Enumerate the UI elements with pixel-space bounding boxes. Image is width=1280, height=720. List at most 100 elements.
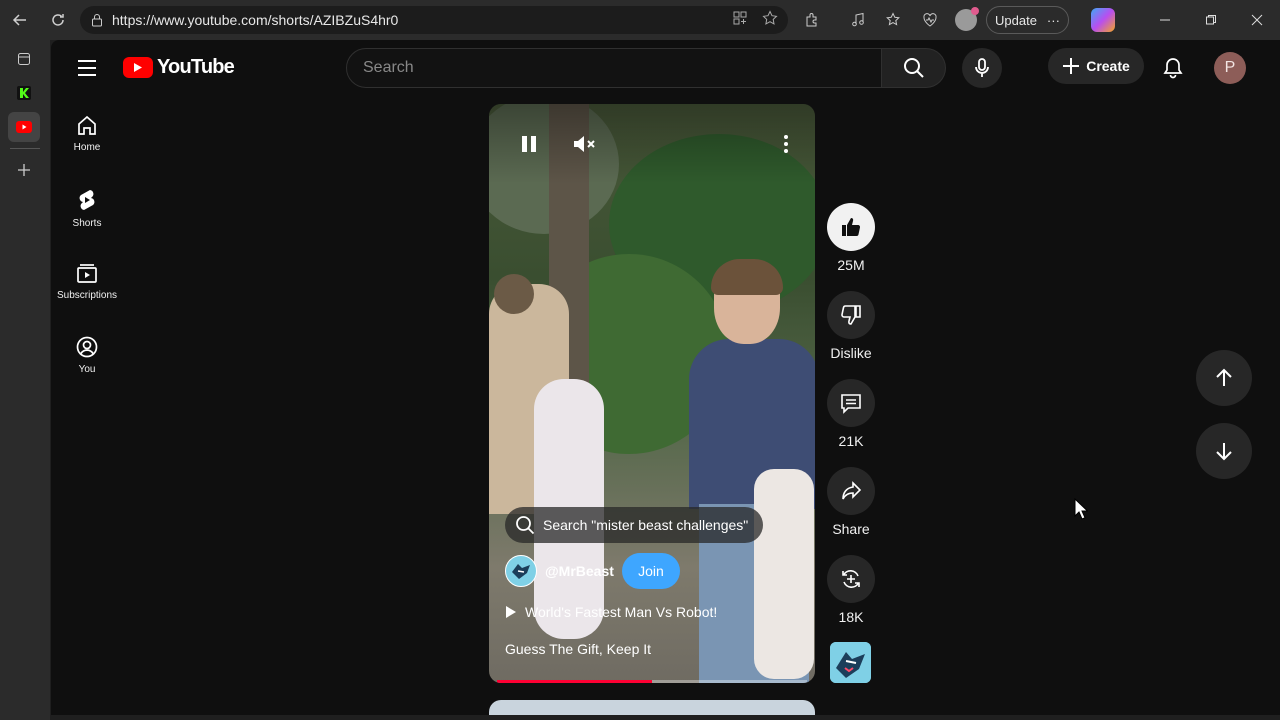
play-icon [506,606,516,618]
extensions-icon[interactable] [796,4,828,36]
channel-avatar[interactable] [505,555,537,587]
search-input[interactable]: Search [346,48,882,88]
tab-kick-icon[interactable] [8,78,40,108]
browser-essentials-icon[interactable] [914,4,946,36]
minimize-icon[interactable] [1142,0,1188,40]
home-icon [78,115,96,135]
video-person-right-hair [711,259,783,295]
back-icon[interactable] [4,4,36,36]
voice-search-button[interactable] [962,48,1002,88]
shorts-video-player[interactable]: Search "mister beast challenges" @MrBeas… [489,104,815,683]
guide-item-home[interactable]: Home [51,96,123,170]
video-title: Guess The Gift, Keep It [505,641,652,657]
search-suggestion-text: Search "mister beast challenges" [543,517,749,533]
subscriptions-icon [77,264,97,283]
account-avatar[interactable]: P [1214,52,1246,84]
mouse-cursor-icon [1074,497,1089,525]
youtube-page: YouTube Search Create P Home Shorts Subs… [51,40,1280,715]
remix-action: 18K [826,555,876,643]
plus-icon [1063,58,1080,74]
lock-icon [92,14,102,27]
channel-name[interactable]: @MrBeast [545,563,614,579]
search-icon [903,58,924,78]
create-label: Create [1086,58,1130,74]
muted-volume-icon[interactable] [571,130,599,158]
playlist-link[interactable]: World's Fastest Man Vs Robot! [505,604,717,620]
notifications-bell-icon[interactable] [1157,52,1189,84]
remix-icon [842,570,860,588]
search-button[interactable] [882,48,946,88]
playlist-title: World's Fastest Man Vs Robot! [525,604,718,620]
next-short-button[interactable] [1196,423,1252,479]
share-icon [842,481,862,500]
update-label: Update [995,12,1037,28]
new-tab-icon[interactable] [8,155,40,185]
remix-count: 18K [838,609,864,625]
favorites-icon[interactable] [878,4,910,36]
microphone-icon [975,58,989,77]
thumbs-down-icon [841,305,861,325]
arrow-down-icon [1216,443,1232,461]
guide-item-label: Shorts [72,218,102,229]
comments-button[interactable] [827,379,875,427]
pause-icon[interactable] [515,130,543,158]
mini-guide: Home Shorts Subscriptions You [51,96,123,392]
guide-item-shorts[interactable]: Shorts [51,170,123,244]
media-control-icon[interactable] [842,4,874,36]
like-button[interactable] [827,203,875,251]
restore-icon[interactable] [1188,0,1234,40]
thumbs-up-icon [842,218,861,237]
guide-item-label: Subscriptions [56,290,118,301]
like-count: 25M [837,257,865,273]
next-short-preview[interactable] [489,700,815,715]
mrbeast-logo-icon [830,642,871,683]
profile-icon[interactable] [950,4,982,36]
join-button[interactable]: Join [621,553,680,589]
youtube-logo[interactable]: YouTube [123,56,235,79]
dislike-button[interactable] [827,291,875,339]
dislike-action: Dislike [826,291,876,379]
more-dots-icon: ··· [1046,12,1060,28]
vertical-tab-rail [0,40,50,720]
copilot-icon[interactable] [1087,4,1119,36]
video-progress-bar[interactable] [497,680,807,683]
dislike-label: Dislike [830,345,872,361]
share-label: Share [832,521,870,537]
browser-toolbar: https://www.youtube.com/shorts/AZIBZuS4h… [0,0,1280,40]
rail-divider [10,148,40,149]
remix-button[interactable] [827,555,875,603]
favorite-star-icon[interactable] [762,10,778,26]
app-available-icon[interactable] [732,10,748,26]
comment-count: 21K [838,433,864,449]
comment-icon [841,394,861,414]
search-area: Search [346,48,946,88]
shorts-icon [79,190,95,210]
search-suggestion-chip[interactable]: Search "mister beast challenges" [505,507,763,543]
guide-item-you[interactable]: You [51,318,123,392]
logo-text: YouTube [157,56,235,78]
create-button[interactable]: Create [1048,48,1144,84]
arrow-up-icon [1216,368,1232,386]
address-bar[interactable]: https://www.youtube.com/shorts/AZIBZuS4h… [80,6,788,34]
comments-action: 21K [826,379,876,467]
more-options-icon[interactable] [772,130,800,158]
like-action: 25M [826,203,876,291]
guide-menu-icon[interactable] [71,52,103,84]
video-progress-fill [497,680,652,683]
close-icon[interactable] [1234,0,1280,40]
video-person-left-head [494,274,534,314]
refresh-icon[interactable] [42,4,74,36]
update-button[interactable]: Update ··· [986,6,1069,34]
tab-youtube-icon[interactable] [8,112,40,142]
previous-short-button[interactable] [1196,350,1252,406]
share-button[interactable] [827,467,875,515]
shorts-navigation [1196,350,1252,496]
url-text: https://www.youtube.com/shorts/AZIBZuS4h… [112,12,399,28]
youtube-play-logo-icon [123,57,153,78]
video-gift-wrap [754,469,814,679]
guide-item-label: Home [73,142,101,153]
guide-item-subscriptions[interactable]: Subscriptions [51,244,123,318]
sound-thumbnail[interactable] [830,642,871,683]
shorts-action-rail: 25M Dislike 21K Share 18K [826,203,876,643]
tab-actions-icon[interactable] [8,44,40,74]
